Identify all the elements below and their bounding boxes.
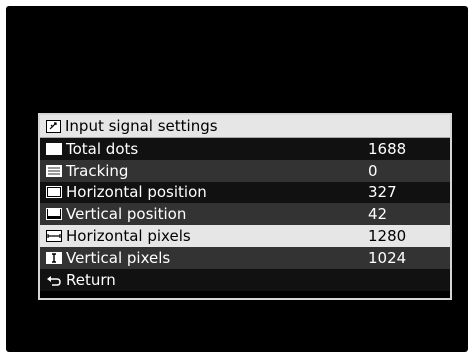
- menu-item-value: 1024: [368, 248, 407, 267]
- menu-item-total-dots[interactable]: Total dots 1688: [40, 138, 450, 160]
- menu-item-value: 1688: [368, 139, 407, 158]
- total-dots-icon: [46, 142, 62, 155]
- projector-screen: Input signal settings Total dots 1688 Tr…: [6, 6, 468, 352]
- menu-item-horizontal-pixels[interactable]: Horizontal pixels 1280: [40, 225, 450, 247]
- menu-item-label: Tracking: [66, 161, 129, 180]
- menu-item-vertical-position[interactable]: Vertical position 42: [40, 203, 450, 226]
- menu-item-value: 1280: [368, 227, 407, 246]
- menu-item-tracking[interactable]: Tracking 0: [40, 159, 450, 182]
- menu-item-label: Vertical position: [66, 205, 187, 224]
- horizontal-position-icon: [46, 186, 62, 199]
- tracking-icon: [46, 164, 62, 177]
- vertical-position-icon: [46, 208, 62, 221]
- settings-icon: [46, 119, 61, 133]
- horizontal-pixels-icon: [46, 230, 62, 243]
- menu-title-bar: Input signal settings: [40, 115, 450, 138]
- vertical-pixels-icon: [46, 251, 62, 264]
- menu-item-return[interactable]: Return: [40, 268, 450, 291]
- menu-item-vertical-pixels[interactable]: Vertical pixels 1024: [40, 246, 450, 269]
- input-signal-settings-menu: Input signal settings Total dots 1688 Tr…: [38, 113, 452, 300]
- menu-item-label: Return: [66, 270, 116, 289]
- menu-item-value: 327: [368, 183, 397, 202]
- menu-item-horizontal-position[interactable]: Horizontal position 327: [40, 181, 450, 204]
- menu-item-value: 42: [368, 205, 388, 224]
- return-icon: [46, 273, 62, 286]
- menu-item-value: 0: [368, 161, 378, 180]
- menu-title: Input signal settings: [65, 117, 218, 135]
